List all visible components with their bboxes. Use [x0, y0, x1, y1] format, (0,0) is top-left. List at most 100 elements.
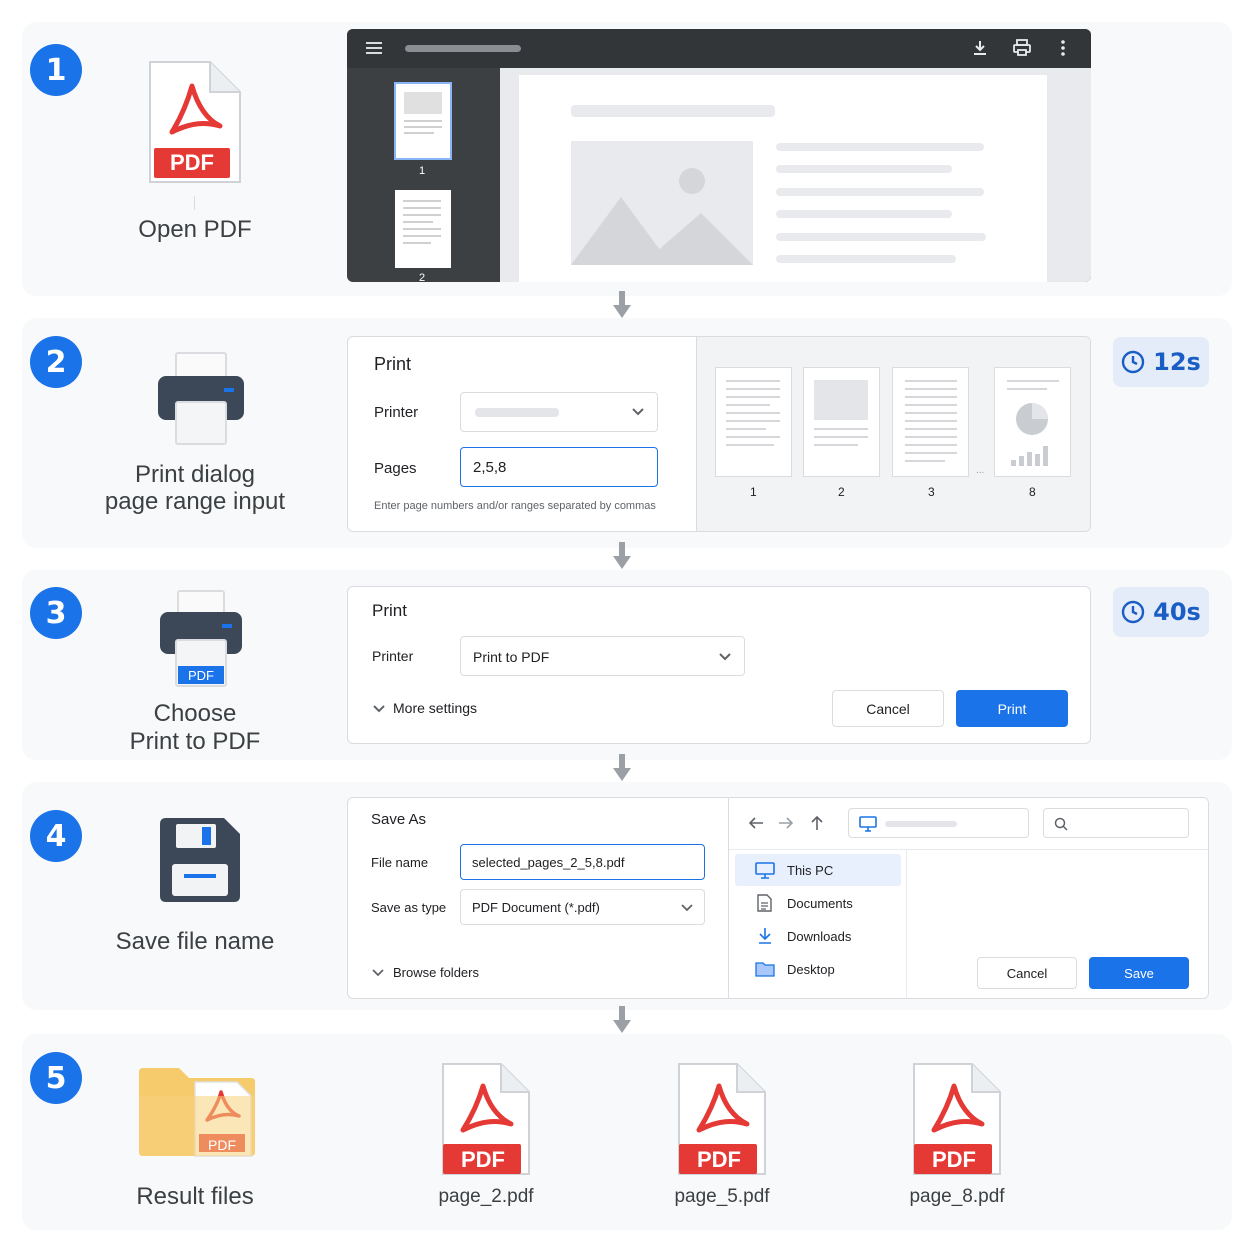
- browse-folders-link[interactable]: Browse folders: [393, 965, 479, 980]
- nav-item-documents[interactable]: Documents: [735, 887, 901, 919]
- save-as-title: Save As: [371, 811, 427, 828]
- chevron-down-icon[interactable]: [372, 968, 384, 977]
- menu-icon[interactable]: [366, 42, 382, 54]
- step-2-label-line1: Print dialog: [134, 461, 256, 488]
- pages-input[interactable]: 2,5,8: [460, 447, 658, 487]
- address-bar[interactable]: [848, 808, 1029, 838]
- flow-arrow: [613, 754, 631, 781]
- printer-label: Printer: [374, 404, 419, 421]
- search-input[interactable]: [1043, 808, 1189, 838]
- preview-page-number: 8: [1029, 485, 1036, 499]
- step-3-number: 3: [30, 587, 82, 639]
- step-5-label: Result files: [136, 1183, 254, 1210]
- step-2-label-line2: page range input: [104, 488, 286, 515]
- printer-destination-value: Print to PDF: [473, 649, 550, 665]
- preview-page-number: 1: [750, 485, 757, 499]
- file-name-input[interactable]: selected_pages_2_5,8.pdf: [460, 844, 705, 880]
- preview-page-number: 3: [928, 485, 935, 499]
- preview-page-3: [892, 367, 969, 477]
- step-2-number: 2: [30, 336, 82, 388]
- step-4-number: 4: [30, 810, 82, 862]
- thumbnail-number: 2: [419, 272, 426, 282]
- timer-badge-40s: 40s: [1113, 587, 1209, 637]
- document-icon: [757, 894, 772, 912]
- floppy-disk-icon: [160, 818, 240, 902]
- pages-hint: Enter page numbers and/or ranges separat…: [374, 500, 656, 512]
- clock-icon: [1121, 600, 1145, 624]
- thumbnail-page-1[interactable]: [394, 82, 452, 160]
- step-1-number: 1: [30, 44, 82, 96]
- timer-badge-12s: 12s: [1113, 337, 1209, 387]
- nav-item-label: Documents: [787, 896, 853, 911]
- nav-item-label: This PC: [787, 863, 834, 878]
- pdf-badge-text: PDF: [170, 150, 214, 175]
- document-page: [519, 75, 1047, 282]
- computer-icon: [755, 862, 775, 879]
- save-as-dialog: Save As File name selected_pages_2_5,8.p…: [347, 797, 1209, 999]
- preview-page-number: 2: [838, 485, 845, 499]
- more-settings-link[interactable]: More settings: [393, 700, 477, 716]
- print-dialog-title: Print: [372, 601, 407, 620]
- save-type-select[interactable]: PDF Document (*.pdf): [460, 889, 705, 925]
- pages-label: Pages: [374, 460, 417, 477]
- chevron-down-icon: [681, 904, 693, 912]
- print-dialog-page-range: Print Printer Pages 2,5,8 Enter page num…: [347, 336, 1091, 532]
- nav-pane: [906, 850, 907, 998]
- step-1-label: Open PDF: [138, 216, 252, 243]
- preview-page-8: [994, 367, 1071, 477]
- printer-destination-select[interactable]: Print to PDF: [460, 636, 745, 676]
- bar-chart-icon: [1011, 446, 1048, 466]
- timer-text: 40s: [1153, 598, 1201, 626]
- preview-page-2: [803, 367, 880, 477]
- result-file-name: page_5.pdf: [674, 1186, 770, 1207]
- printer-select[interactable]: [460, 392, 658, 432]
- printer-label: Printer: [372, 648, 414, 664]
- flow-arrow: [613, 291, 631, 318]
- download-icon: [759, 928, 771, 944]
- print-dialog-destination: Print Printer Print to PDF More settings…: [347, 586, 1091, 744]
- nav-item-label: Desktop: [787, 962, 835, 977]
- clock-icon: [1121, 350, 1145, 374]
- viewer-title-placeholder: [405, 45, 521, 52]
- nav-item-label: Downloads: [787, 929, 852, 944]
- nav-item-desktop[interactable]: Desktop: [735, 953, 901, 985]
- image-placeholder: [571, 141, 753, 265]
- chevron-down-icon[interactable]: [372, 704, 386, 714]
- print-dialog-title: Print: [374, 354, 412, 374]
- folder-pdf-badge-text: PDF: [208, 1137, 236, 1153]
- cancel-button[interactable]: Cancel: [977, 957, 1077, 989]
- timer-text: 12s: [1153, 348, 1201, 376]
- more-vert-icon[interactable]: [1059, 39, 1067, 57]
- nav-item-this-pc[interactable]: This PC: [735, 854, 901, 886]
- download-icon[interactable]: [971, 39, 989, 57]
- print-button[interactable]: Print: [956, 690, 1068, 727]
- cancel-button[interactable]: Cancel: [832, 690, 944, 727]
- printer-pdf-badge-text: PDF: [188, 668, 214, 683]
- back-arrow-icon[interactable]: [748, 816, 764, 830]
- step-3-label-line1: Choose: [153, 700, 237, 727]
- thumbnail-page-2[interactable]: [395, 190, 451, 268]
- preview-ellipsis: ...: [976, 465, 985, 476]
- flow-arrow: [613, 542, 631, 569]
- up-arrow-icon[interactable]: [810, 815, 824, 831]
- flow-arrow: [613, 1006, 631, 1033]
- preview-page-1: [715, 367, 792, 477]
- result-file-name: page_8.pdf: [909, 1186, 1005, 1207]
- search-icon: [1054, 817, 1068, 831]
- step-4-label: Save file name: [115, 928, 275, 955]
- pdf-badge-text: PDF: [461, 1147, 505, 1172]
- folder-icon: [755, 962, 775, 977]
- print-icon[interactable]: [1012, 39, 1032, 57]
- save-button[interactable]: Save: [1089, 957, 1189, 989]
- save-type-label: Save as type: [371, 900, 447, 915]
- step-3-label-line2: Print to PDF: [129, 728, 261, 755]
- computer-icon: [859, 816, 877, 832]
- save-type-value: PDF Document (*.pdf): [472, 900, 600, 915]
- forward-arrow-icon[interactable]: [778, 816, 794, 830]
- file-name-value: selected_pages_2_5,8.pdf: [472, 855, 625, 870]
- nav-item-downloads[interactable]: Downloads: [735, 920, 901, 952]
- pdf-badge-text: PDF: [932, 1147, 976, 1172]
- chevron-down-icon: [632, 408, 644, 416]
- pie-chart-icon: [1016, 403, 1048, 435]
- chevron-down-icon: [719, 653, 731, 661]
